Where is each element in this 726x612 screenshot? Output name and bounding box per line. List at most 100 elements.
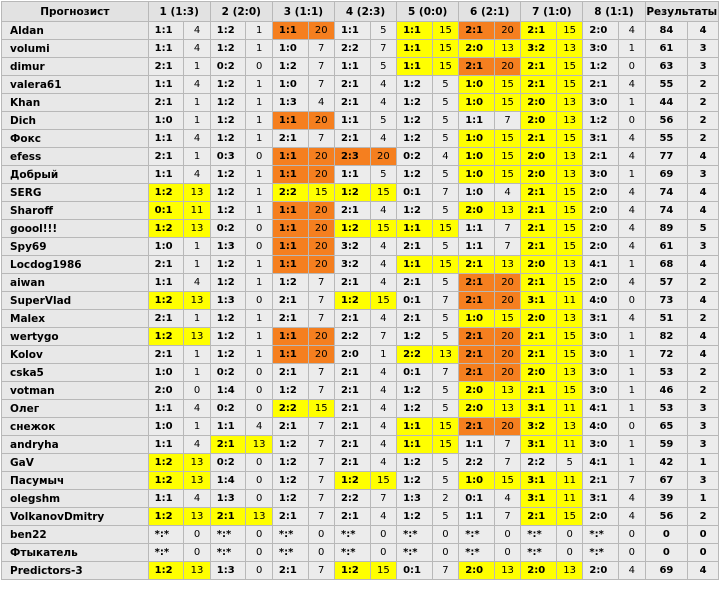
forecaster-name[interactable]: Пасумыч (1, 471, 149, 490)
points-match-5: 7 (431, 183, 460, 202)
header-forecaster[interactable]: Прогнозист (1, 1, 149, 22)
predicted-score-match-3: 1:3 (271, 93, 309, 112)
points-match-5: 15 (431, 57, 460, 76)
points-match-6: 20 (493, 21, 522, 40)
forecaster-name[interactable]: VolkanovDmitry (1, 507, 149, 526)
predicted-score-match-2: 1:2 (209, 201, 247, 220)
forecaster-name[interactable]: valera61 (1, 75, 149, 94)
predicted-score-match-1: 1:2 (147, 291, 185, 310)
header-match-4[interactable]: 4 (2:3) (333, 1, 398, 22)
predicted-score-match-1: *:* (147, 525, 185, 544)
predicted-score-match-7: *:* (520, 543, 557, 562)
predicted-score-match-1: 2:1 (147, 345, 185, 364)
points-match-8: 4 (618, 219, 646, 238)
predicted-score-match-3: 1:1 (271, 201, 309, 220)
forecaster-name[interactable]: Dich (1, 111, 149, 130)
points-match-6: 7 (493, 507, 522, 526)
forecaster-name[interactable]: olegshm (1, 489, 149, 508)
forecaster-name[interactable]: Spy69 (1, 237, 149, 256)
points-match-7: 15 (555, 183, 584, 202)
header-results[interactable]: Результаты (644, 1, 720, 22)
predicted-score-match-6: 1:0 (458, 75, 495, 94)
points-match-3: 7 (307, 291, 335, 310)
forecaster-name[interactable]: SuperVlad (1, 291, 149, 310)
predicted-score-match-2: 1:3 (209, 237, 247, 256)
header-match-8[interactable]: 8 (1:1) (582, 1, 646, 22)
predicted-score-match-8: 3:0 (582, 345, 620, 364)
predicted-score-match-5: 1:2 (396, 399, 433, 418)
forecaster-name[interactable]: andryha (1, 435, 149, 454)
forecaster-name[interactable]: Predictors-3 (1, 561, 149, 580)
forecaster-name[interactable]: Sharoff (1, 201, 149, 220)
forecaster-name[interactable]: cska5 (1, 363, 149, 382)
points-match-8: 1 (618, 345, 646, 364)
forecaster-name[interactable]: Фтыкатель (1, 543, 149, 562)
points-match-5: 5 (431, 399, 460, 418)
header-match-3[interactable]: 3 (1:1) (271, 1, 335, 22)
points-match-3: 7 (307, 435, 335, 454)
forecaster-name[interactable]: GaV (1, 453, 149, 472)
forecaster-name[interactable]: Locdog1986 (1, 255, 149, 274)
predicted-score-match-2: 0:2 (209, 399, 247, 418)
predicted-score-match-3: 2:1 (271, 507, 309, 526)
points-match-2: 13 (245, 435, 273, 454)
header-match-6[interactable]: 6 (2:1) (458, 1, 522, 22)
forecaster-name[interactable]: dimur (1, 57, 149, 76)
predictions-table: Прогнозист 1 (1:3) 2 (2:0) 3 (1:1) 4 (2:… (1, 1, 720, 580)
header-match-1[interactable]: 1 (1:3) (147, 1, 211, 22)
forecaster-name[interactable]: Фокс (1, 129, 149, 148)
forecaster-name[interactable]: aiwan (1, 273, 149, 292)
predicted-score-match-4: 1:2 (333, 471, 371, 490)
points-match-2: 1 (245, 327, 273, 346)
predicted-score-match-6: 2:0 (458, 381, 495, 400)
predicted-score-match-5: 2:1 (396, 237, 433, 256)
points-match-8: 4 (618, 183, 646, 202)
total-points: 51 (644, 309, 689, 328)
forecaster-name[interactable]: ben22 (1, 525, 149, 544)
predicted-score-match-6: 2:1 (458, 327, 495, 346)
points-match-8: 0 (618, 111, 646, 130)
exact-hits-count: 4 (687, 21, 719, 40)
predicted-score-match-7: 2:1 (520, 345, 557, 364)
predicted-score-match-7: 3:2 (520, 39, 557, 58)
predicted-score-match-4: 2:1 (333, 93, 371, 112)
forecaster-name[interactable]: goool!!! (1, 219, 149, 238)
predicted-score-match-7: 2:0 (520, 111, 557, 130)
predicted-score-match-1: 0:1 (147, 201, 185, 220)
forecaster-name[interactable]: efess (1, 147, 149, 166)
forecaster-name[interactable]: Khan (1, 93, 149, 112)
points-match-4: 4 (369, 93, 398, 112)
predicted-score-match-4: 2:1 (333, 273, 371, 292)
exact-hits-count: 3 (687, 237, 719, 256)
points-match-2: 4 (245, 417, 273, 436)
predicted-score-match-8: 3:0 (582, 93, 620, 112)
predicted-score-match-3: 1:2 (271, 471, 309, 490)
table-row: Kolov 2:1 1 1:2 1 1:1 20 2:0 1 2:2 13 2:1 20 2:1 15 3:0… (1, 345, 719, 364)
forecaster-name[interactable]: votman (1, 381, 149, 400)
predicted-score-match-2: 1:2 (209, 93, 247, 112)
points-match-7: 15 (555, 129, 584, 148)
points-match-6: 20 (493, 273, 522, 292)
predicted-score-match-6: 1:0 (458, 147, 495, 166)
points-match-4: 4 (369, 507, 398, 526)
predicted-score-match-1: 1:2 (147, 507, 185, 526)
forecaster-name[interactable]: SERG (1, 183, 149, 202)
exact-hits-count: 3 (687, 57, 719, 76)
header-match-2[interactable]: 2 (2:0) (209, 1, 273, 22)
table-row: valera61 1:1 4 1:2 1 1:0 7 2:1 4 1:2 5 1:0 15 2:1 15 2:… (1, 75, 719, 94)
header-match-5[interactable]: 5 (0:0) (396, 1, 460, 22)
points-match-7: 13 (555, 165, 584, 184)
total-points: 57 (644, 273, 689, 292)
forecaster-name[interactable]: Олег (1, 399, 149, 418)
predicted-score-match-5: 1:1 (396, 255, 433, 274)
forecaster-name[interactable]: Добрый (1, 165, 149, 184)
forecaster-name[interactable]: Malex (1, 309, 149, 328)
forecaster-name[interactable]: wertygo (1, 327, 149, 346)
predicted-score-match-8: *:* (582, 525, 620, 544)
forecaster-name[interactable]: volumi (1, 39, 149, 58)
points-match-5: 5 (431, 129, 460, 148)
forecaster-name[interactable]: снежок (1, 417, 149, 436)
header-match-7[interactable]: 7 (1:0) (520, 1, 584, 22)
forecaster-name[interactable]: Kolov (1, 345, 149, 364)
forecaster-name[interactable]: Aldan (1, 21, 149, 40)
